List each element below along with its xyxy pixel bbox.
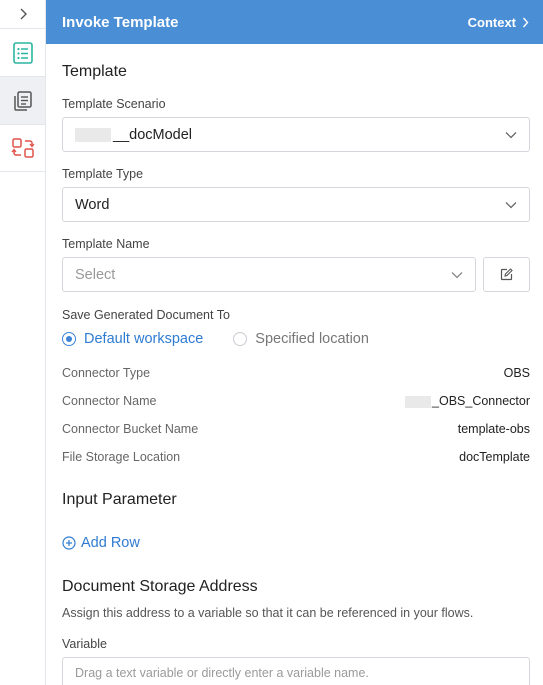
input-parameter-title: Input Parameter bbox=[62, 491, 177, 508]
radio-unselected-indicator bbox=[233, 332, 248, 346]
detail-row: Connector Type OBS bbox=[62, 359, 530, 387]
rail-item-documents[interactable] bbox=[0, 76, 45, 124]
detail-row: File Storage Location docTemplate bbox=[62, 443, 530, 471]
detail-key: Connector Type bbox=[62, 366, 151, 380]
chevron-right-icon bbox=[20, 8, 27, 20]
variable-input-placeholder: Drag a text variable or directly enter a… bbox=[75, 665, 369, 680]
context-link-label: Context bbox=[467, 14, 516, 30]
template-name-label: Template Name bbox=[62, 237, 150, 251]
rail-item-transform[interactable] bbox=[0, 124, 45, 172]
detail-value: template-obs bbox=[457, 422, 530, 436]
detail-key: File Storage Location bbox=[62, 450, 181, 464]
redacted-block bbox=[75, 127, 111, 142]
connector-details: Connector Type OBS Connector Name _OBS_C… bbox=[62, 359, 530, 471]
radio-default-workspace[interactable]: Default workspace bbox=[62, 331, 203, 347]
context-link[interactable]: Context bbox=[468, 15, 529, 30]
template-name-select[interactable]: Select bbox=[62, 257, 476, 292]
save-to-label: Save Generated Document To bbox=[62, 308, 230, 322]
template-type-select[interactable]: Word bbox=[62, 187, 530, 222]
template-scenario-label: Template Scenario bbox=[62, 97, 166, 111]
radio-specified-location[interactable]: Specified location bbox=[233, 331, 369, 347]
panel-header: Invoke Template Context bbox=[46, 0, 543, 44]
detail-value: OBS bbox=[503, 366, 530, 380]
template-scenario-select[interactable]: __docModel bbox=[62, 117, 530, 152]
template-name-placeholder: Select bbox=[75, 266, 116, 283]
radio-default-workspace-label: Default workspace bbox=[84, 331, 204, 347]
list-icon bbox=[12, 41, 33, 64]
add-row-button[interactable]: Add Row bbox=[62, 535, 530, 551]
expand-rail-button[interactable] bbox=[0, 0, 45, 28]
chevron-right-icon bbox=[522, 17, 529, 27]
variable-input[interactable]: Drag a text variable or directly enter a… bbox=[62, 657, 530, 685]
template-scenario-value-wrap: __docModel bbox=[75, 127, 192, 143]
detail-value: _OBS_Connector bbox=[432, 394, 530, 408]
detail-row: Connector Bucket Name template-obs bbox=[62, 415, 530, 443]
properties-panel: Invoke Template Context Template Templat… bbox=[46, 0, 543, 685]
storage-section-title: Document Storage Address bbox=[62, 578, 258, 595]
document-icon bbox=[13, 90, 32, 111]
chevron-down-icon bbox=[505, 201, 517, 208]
detail-row: Connector Name _OBS_Connector bbox=[62, 387, 530, 415]
template-section-title: Template bbox=[62, 63, 127, 80]
chevron-down-icon bbox=[505, 131, 517, 138]
template-type-label: Template Type bbox=[62, 167, 144, 181]
detail-key: Connector Bucket Name bbox=[62, 422, 199, 436]
edit-icon bbox=[500, 268, 513, 281]
radio-selected-indicator bbox=[62, 332, 76, 346]
plus-circle-icon bbox=[62, 536, 76, 550]
rail-item-properties[interactable] bbox=[0, 28, 45, 76]
redacted-block bbox=[405, 395, 432, 408]
detail-key: Connector Name bbox=[62, 394, 157, 408]
edit-template-button[interactable] bbox=[483, 257, 530, 292]
detail-value-wrap: _OBS_Connector bbox=[405, 394, 530, 408]
chevron-down-icon bbox=[451, 271, 463, 278]
swap-icon bbox=[10, 138, 35, 158]
add-row-label: Add Row bbox=[81, 535, 140, 551]
detail-value: docTemplate bbox=[459, 450, 530, 464]
storage-help-text: Assign this address to a variable so tha… bbox=[62, 606, 474, 620]
panel-title: Invoke Template bbox=[62, 13, 179, 31]
left-rail bbox=[0, 0, 46, 685]
radio-specified-location-label: Specified location bbox=[255, 331, 369, 347]
template-type-value: Word bbox=[75, 196, 110, 213]
variable-label: Variable bbox=[62, 637, 107, 651]
template-scenario-value: __docModel bbox=[113, 126, 192, 143]
